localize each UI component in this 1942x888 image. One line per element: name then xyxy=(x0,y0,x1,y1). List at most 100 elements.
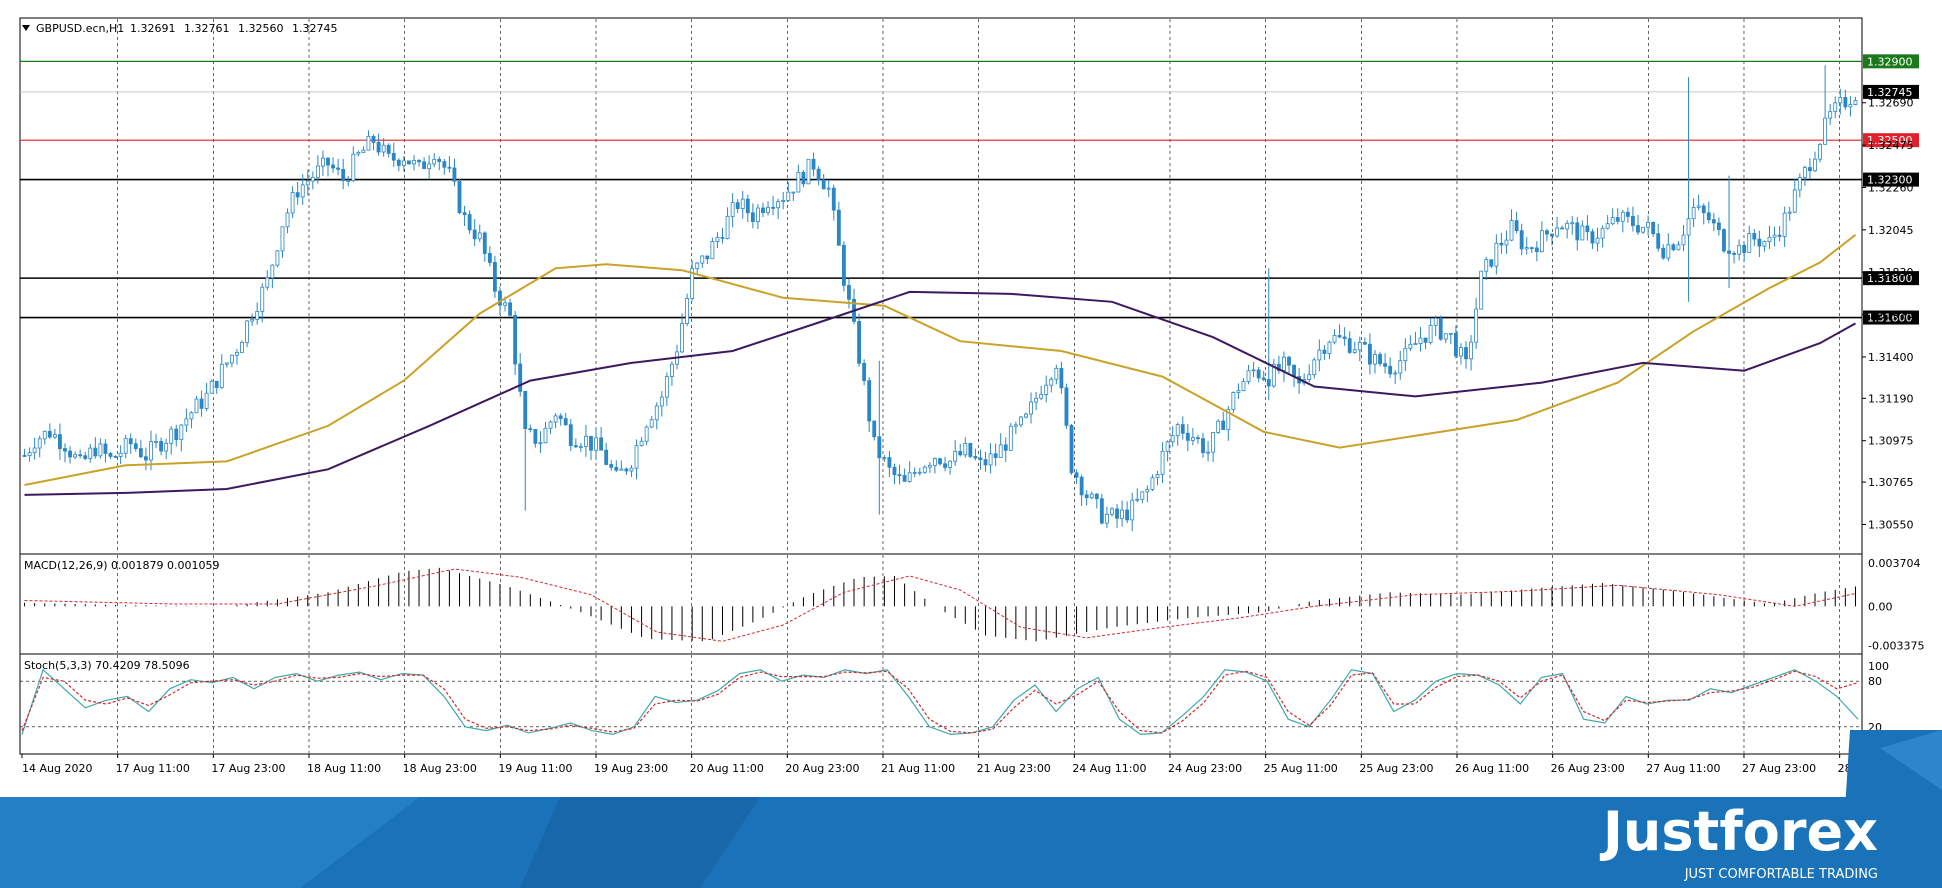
candle-body xyxy=(599,437,604,451)
candle-body xyxy=(1413,343,1418,346)
candle-body xyxy=(204,392,209,409)
candle-body xyxy=(1287,356,1291,366)
candle-body xyxy=(1125,509,1130,521)
x-tick-label: 14 Aug 2020 xyxy=(22,762,92,775)
candle-body xyxy=(589,435,593,451)
candle-body xyxy=(442,161,447,168)
candle-body xyxy=(1691,206,1696,220)
candle-body xyxy=(1843,97,1848,108)
candle-body xyxy=(1423,337,1428,343)
candle-body xyxy=(1013,424,1018,427)
x-tick-label: 21 Aug 11:00 xyxy=(881,762,955,775)
candle-body xyxy=(958,450,963,456)
candle-body xyxy=(280,226,285,252)
candle-body xyxy=(1828,111,1833,119)
candle-body xyxy=(396,159,401,166)
candle-body xyxy=(1787,211,1792,214)
candle-body xyxy=(1519,230,1524,250)
candle-body xyxy=(1681,234,1686,246)
candle-body xyxy=(1580,225,1585,241)
candle-body xyxy=(113,456,118,458)
candle-body xyxy=(680,323,684,353)
candle-body xyxy=(1620,211,1625,222)
candle-body xyxy=(1651,221,1656,235)
candle-body xyxy=(786,191,791,201)
candle-body xyxy=(1428,324,1433,343)
x-tick-label: 27 Aug 23:00 xyxy=(1742,762,1816,775)
candle-body xyxy=(1261,377,1266,380)
y-tick-label: 1.32045 xyxy=(1868,224,1914,237)
candle-body xyxy=(326,157,330,166)
candle-body xyxy=(573,445,578,448)
candle-body xyxy=(685,298,690,324)
candle-body xyxy=(938,458,942,465)
chart-window: 1.32900 1.32500 1.32300 1.31800 1.31600 1.327… xyxy=(0,0,1942,888)
candle-body xyxy=(184,418,189,426)
x-tick-label: 20 Aug 23:00 xyxy=(785,762,859,775)
candle-body xyxy=(1666,244,1671,259)
candle-body xyxy=(37,438,42,449)
candle-body xyxy=(346,180,351,182)
candle-body xyxy=(740,198,745,209)
candle-body xyxy=(649,419,654,428)
candle-body xyxy=(1104,513,1109,524)
candle-body xyxy=(1499,242,1504,246)
candle-body xyxy=(1357,342,1362,351)
candle-body xyxy=(664,376,669,398)
macd-panel-frame xyxy=(19,553,1863,655)
candle-body xyxy=(1029,401,1033,415)
candle-body xyxy=(386,144,391,154)
candle-body xyxy=(791,191,796,194)
candle-body xyxy=(138,448,143,458)
y-tick-label: 1.32475 xyxy=(1868,139,1914,152)
candle-body xyxy=(1398,360,1403,374)
candle-body xyxy=(1686,218,1691,236)
candle-body xyxy=(1231,392,1236,410)
candle-body xyxy=(821,179,826,190)
candle-body xyxy=(998,444,1003,458)
candle-body xyxy=(1701,205,1706,214)
candle-body xyxy=(1241,381,1246,392)
candle-body xyxy=(1818,143,1822,160)
candle-body xyxy=(1631,216,1635,226)
candle-body xyxy=(1610,217,1615,225)
candle-body xyxy=(917,471,922,474)
candle-body xyxy=(1752,233,1757,240)
ohlc-high: 1.32761 xyxy=(184,22,230,35)
candle-body xyxy=(275,250,280,266)
price-level-label: 1.32900 xyxy=(1867,55,1913,68)
candle-body xyxy=(1823,117,1828,145)
candle-body xyxy=(1064,387,1069,426)
candle-body xyxy=(58,434,62,449)
candle-body xyxy=(467,214,472,231)
candle-body xyxy=(1251,369,1256,372)
candle-body xyxy=(1079,476,1084,496)
candle-body xyxy=(255,311,260,320)
candle-body xyxy=(1054,367,1059,380)
candle-body xyxy=(437,158,442,163)
candle-body xyxy=(1711,219,1716,224)
candle-body xyxy=(1615,217,1620,222)
candle-body xyxy=(1388,365,1393,375)
candle-body xyxy=(1044,384,1049,395)
candle-body xyxy=(513,314,518,365)
candle-body xyxy=(705,255,710,260)
x-tick-label: 17 Aug 11:00 xyxy=(116,762,190,775)
candle-body xyxy=(1368,343,1372,365)
macd-y-tick-label: 0.00 xyxy=(1868,600,1893,613)
candle-body xyxy=(811,158,816,170)
x-tick-label: 24 Aug 23:00 xyxy=(1168,762,1242,775)
candle-body xyxy=(1110,508,1114,515)
candle-body xyxy=(1509,220,1514,241)
candle-body xyxy=(700,255,705,264)
candle-body xyxy=(594,437,598,451)
candle-body xyxy=(1160,450,1165,475)
candle-body xyxy=(948,460,953,468)
candle-body xyxy=(1074,472,1079,478)
candle-body xyxy=(1853,100,1858,105)
candle-body xyxy=(1848,104,1853,108)
candle-body xyxy=(143,456,148,461)
candle-body xyxy=(983,459,988,466)
candle-body xyxy=(1489,259,1494,267)
candle-body xyxy=(1170,435,1175,443)
